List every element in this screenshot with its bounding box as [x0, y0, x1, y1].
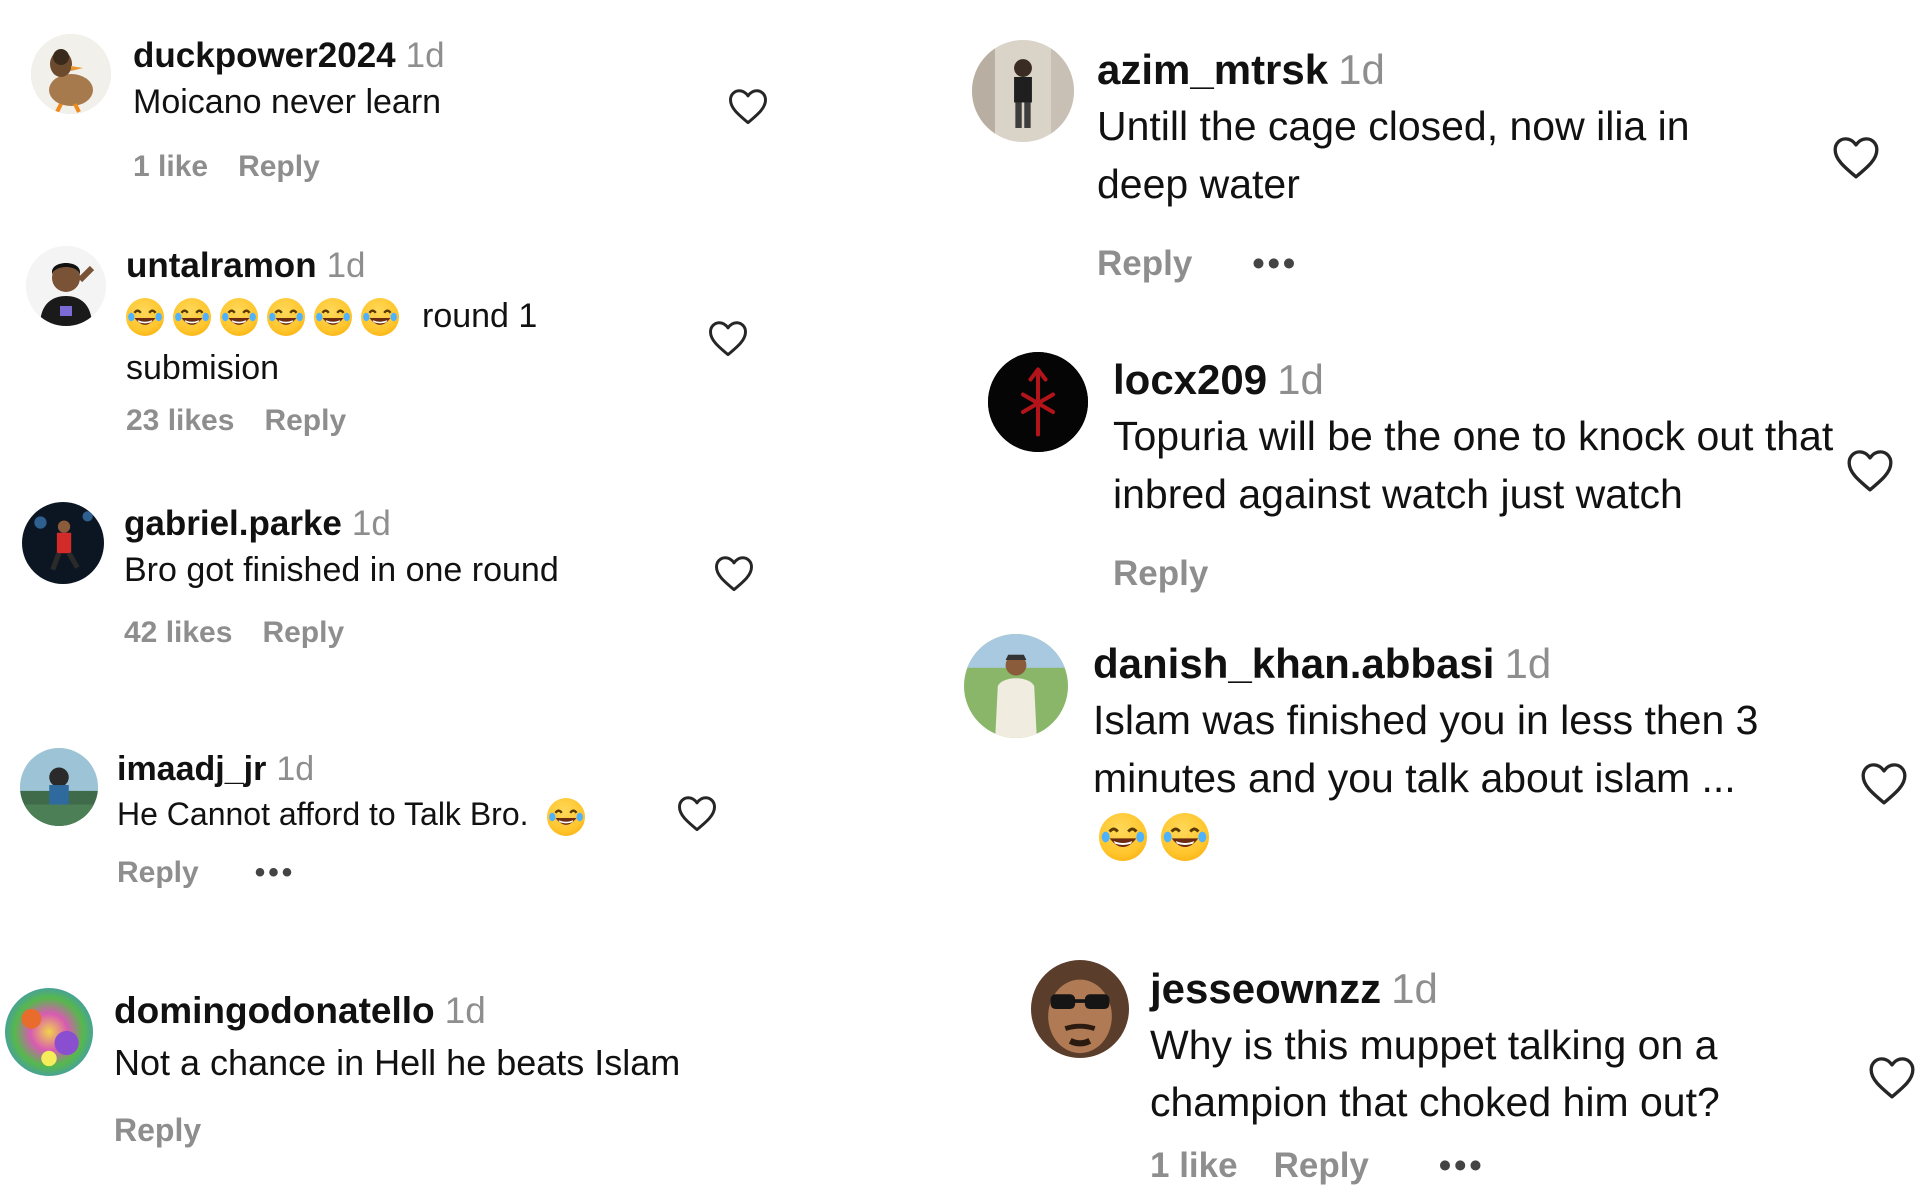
comment-jesseownzz: jesseownzz 1d Why is this muppet talking … — [812, 950, 1920, 1200]
comment-username[interactable]: domingodonatello — [114, 990, 435, 1031]
comment-username[interactable]: duckpower2024 — [133, 36, 396, 75]
comment-text: He Cannot afford to Talk Bro. — [117, 791, 737, 837]
comment-text: Why is this muppet talking on a champion… — [1150, 1022, 1720, 1125]
reply-button[interactable]: Reply — [238, 150, 320, 184]
comment-azim-mtrsk: azim_mtrsk 1d Untill the cage closed, now… — [812, 0, 1920, 310]
comment-username[interactable]: gabriel.parke — [124, 504, 342, 543]
reply-button[interactable]: Reply — [117, 856, 199, 890]
face-with-tears-of-joy-icon — [173, 297, 211, 336]
comment-username[interactable]: danish_khan.abbasi — [1093, 640, 1494, 687]
avatar[interactable] — [20, 748, 98, 826]
avatar[interactable] — [1031, 960, 1129, 1058]
comment-imaadj-jr: imaadj_jr 1d He Cannot afford to Talk Bro… — [0, 700, 812, 950]
comment-text-line: submision — [126, 348, 280, 387]
heart-outline-icon[interactable] — [713, 553, 755, 593]
avatar[interactable] — [31, 34, 111, 114]
avatar[interactable] — [5, 988, 93, 1076]
avatar[interactable] — [988, 352, 1088, 452]
comment-timestamp[interactable]: 1d — [1338, 46, 1385, 93]
comment-timestamp[interactable]: 1d — [1391, 965, 1438, 1012]
like-count[interactable]: 42 likes — [124, 616, 232, 650]
face-with-tears-of-joy-icon — [361, 297, 399, 336]
comment-username[interactable]: jesseownzz — [1150, 965, 1381, 1012]
face-with-tears-of-joy-icon — [547, 797, 586, 836]
like-count[interactable]: 1 like — [133, 150, 208, 184]
comment-duckpower2024: duckpower2024 1d Moicano never learn 1 li… — [0, 0, 812, 200]
comment-actions: 42 likes Reply — [124, 616, 344, 650]
comment-username[interactable]: untalramon — [126, 246, 317, 285]
like-count[interactable]: 1 like — [1150, 1146, 1238, 1186]
comment-gabriel-parke: gabriel.parke 1d Bro got finished in one … — [0, 450, 812, 700]
heart-outline-icon[interactable] — [1831, 133, 1881, 181]
comment-actions: 1 like Reply ••• — [1150, 1146, 1485, 1186]
heart-outline-icon[interactable] — [1845, 446, 1895, 494]
emoji-row: round 1 — [126, 292, 726, 341]
comment-text: Topuria will be the one to knock out tha… — [1113, 413, 1834, 517]
comment-danish-khan-abbasi: danish_khan.abbasi 1d Islam was finished … — [812, 620, 1920, 950]
reply-button[interactable]: Reply — [1113, 554, 1208, 594]
face-with-tears-of-joy-icon — [1099, 813, 1147, 862]
avatar[interactable] — [26, 246, 106, 326]
comment-actions: Reply ••• — [117, 856, 295, 890]
heart-outline-icon[interactable] — [727, 86, 769, 126]
heart-outline-icon[interactable] — [1867, 1053, 1917, 1101]
comment-actions: Reply — [1113, 554, 1208, 594]
comments-column-left: duckpower2024 1d Moicano never learn 1 li… — [0, 0, 812, 1200]
reply-button[interactable]: Reply — [264, 404, 346, 438]
face-with-tears-of-joy-icon — [314, 297, 352, 336]
comment-timestamp[interactable]: 1d — [1277, 356, 1324, 403]
comment-timestamp[interactable]: 1d — [1504, 640, 1551, 687]
heart-outline-icon[interactable] — [707, 318, 749, 358]
comment-domingodonatello: domingodonatello 1d Not a chance in Hell … — [0, 950, 812, 1200]
face-with-tears-of-joy-icon — [267, 297, 305, 336]
comment-username[interactable]: azim_mtrsk — [1097, 46, 1328, 93]
comment-text: Untill the cage closed, now ilia in deep… — [1097, 103, 1690, 207]
comment-locx209: locx209 1d Topuria will be the one to kno… — [812, 310, 1920, 620]
comment-actions: 1 like Reply — [133, 150, 320, 184]
comment-timestamp[interactable]: 1d — [445, 990, 486, 1031]
comment-text: Not a chance in Hell he beats Islam — [114, 1041, 681, 1083]
emoji-row — [1099, 813, 1873, 862]
comment-actions: Reply ••• — [1097, 244, 1298, 284]
comment-text: Moicano never learn — [133, 83, 442, 122]
comment-timestamp[interactable]: 1d — [327, 246, 366, 285]
more-horizontal-icon[interactable]: ••• — [255, 856, 296, 890]
comment-text: Islam was finished you in less then 3 mi… — [1093, 697, 1759, 801]
face-with-tears-of-joy-icon — [126, 297, 164, 336]
comment-actions: 23 likes Reply — [126, 404, 346, 438]
reply-button[interactable]: Reply — [114, 1112, 201, 1149]
face-with-tears-of-joy-icon — [1161, 813, 1209, 862]
more-horizontal-icon[interactable]: ••• — [1252, 244, 1298, 284]
reply-button[interactable]: Reply — [262, 616, 344, 650]
comment-text-part: round 1 — [422, 297, 538, 336]
comment-username[interactable]: imaadj_jr — [117, 750, 266, 788]
avatar[interactable] — [964, 634, 1068, 738]
heart-outline-icon[interactable] — [1859, 759, 1909, 807]
comment-timestamp[interactable]: 1d — [276, 750, 314, 788]
comments-column-right: azim_mtrsk 1d Untill the cage closed, now… — [812, 0, 1920, 1200]
comment-text: Bro got finished in one round — [124, 551, 559, 590]
comment-text: round 1 submision — [126, 292, 726, 393]
avatar[interactable] — [22, 502, 104, 584]
comment-timestamp[interactable]: 1d — [406, 36, 445, 75]
like-count[interactable]: 23 likes — [126, 404, 234, 438]
comment-username[interactable]: locx209 — [1113, 356, 1267, 403]
reply-button[interactable]: Reply — [1274, 1146, 1369, 1186]
more-horizontal-icon[interactable]: ••• — [1439, 1146, 1485, 1186]
comment-timestamp[interactable]: 1d — [352, 504, 391, 543]
heart-outline-icon[interactable] — [676, 793, 718, 833]
reply-button[interactable]: Reply — [1097, 244, 1192, 284]
avatar[interactable] — [972, 40, 1074, 142]
comment-actions: Reply — [114, 1112, 201, 1149]
comment-untalramon: untalramon 1d round 1 submision 23 likes R… — [0, 200, 812, 450]
face-with-tears-of-joy-icon — [220, 297, 258, 336]
comment-text-part: He Cannot afford to Talk Bro. — [117, 796, 529, 833]
